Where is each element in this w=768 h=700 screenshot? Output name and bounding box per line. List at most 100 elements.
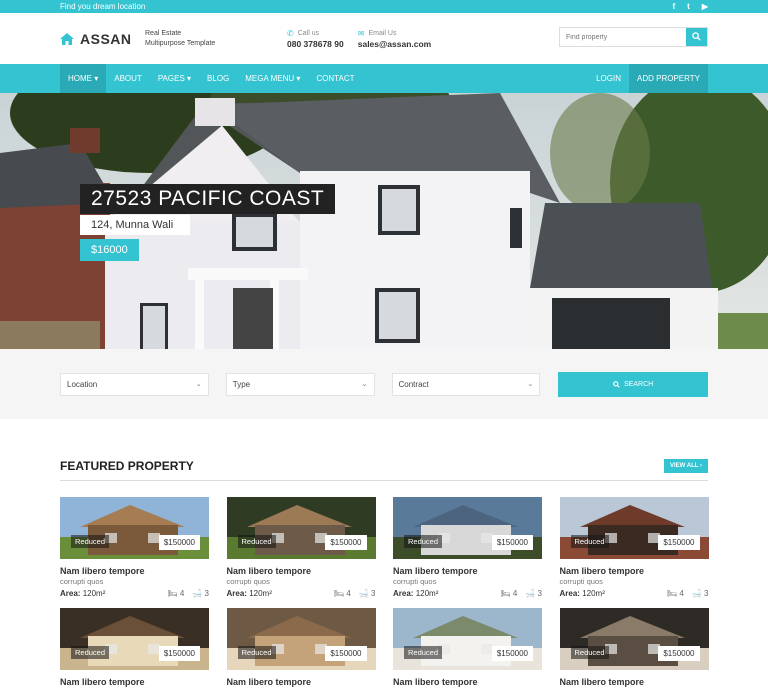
property-price: $150000 xyxy=(658,646,700,661)
property-image[interactable]: Reduced $150000 xyxy=(60,608,209,670)
hero-price: $16000 xyxy=(80,239,139,261)
search-icon xyxy=(613,380,620,388)
property-title[interactable]: Nam libero tempore xyxy=(560,677,709,687)
property-price: $150000 xyxy=(491,535,533,550)
bed-count: 4 xyxy=(679,589,684,598)
bed-icon: 🛏 xyxy=(334,589,345,598)
bed-icon: 🛏 xyxy=(500,589,511,598)
nav-login[interactable]: LOGIN xyxy=(588,64,629,93)
area-label: Area: xyxy=(226,589,247,598)
property-title[interactable]: Nam libero tempore xyxy=(60,566,209,576)
property-price: $150000 xyxy=(158,646,200,661)
nav-blog[interactable]: BLOG xyxy=(199,64,237,93)
property-title[interactable]: Nam libero tempore xyxy=(560,566,709,576)
property-image[interactable]: Reduced $150000 xyxy=(393,608,542,670)
youtube-icon[interactable]: ▶ xyxy=(702,0,708,13)
property-image[interactable]: Reduced $150000 xyxy=(226,608,376,670)
property-image[interactable]: Reduced $150000 xyxy=(60,497,209,559)
location-select[interactable]: Location ⌄ xyxy=(60,372,209,396)
type-select-value: Type xyxy=(232,379,251,389)
nav-mega-menu[interactable]: MEGA MENU ▾ xyxy=(237,64,308,93)
nav-contact[interactable]: CONTACT xyxy=(308,64,362,93)
property-meta: Area: 120m² 🛏 4 🛁 3 xyxy=(393,589,542,598)
bath-count: 3 xyxy=(371,589,376,598)
house-icon xyxy=(60,32,74,45)
location-select-value: Location xyxy=(67,379,98,389)
property-subtitle: corrupti quos xyxy=(393,577,437,586)
property-image[interactable]: Reduced $150000 xyxy=(393,497,542,559)
property-card[interactable]: Reduced $150000 Nam libero tempore corru… xyxy=(226,497,376,598)
nav-home[interactable]: HOME ▾ xyxy=(60,64,107,93)
call-label: Call us xyxy=(297,29,320,37)
featured-header: FEATURED PROPERTY VIEW ALL › xyxy=(60,459,708,481)
search-band: Location ⌄ Type ⌄ Contract ⌄ SEARCH xyxy=(0,349,768,419)
bath-count: 3 xyxy=(704,589,709,598)
bath-icon: 🛁 xyxy=(525,589,536,598)
site-header: ASSAN Real Estate Multipurpose Template … xyxy=(0,13,768,64)
property-price: $150000 xyxy=(325,535,367,550)
property-card[interactable]: Reduced $150000 Nam libero tempore corru… xyxy=(60,497,209,598)
property-card[interactable]: Reduced $150000 Nam libero tempore xyxy=(393,608,542,687)
property-card[interactable]: Reduced $150000 Nam libero tempore xyxy=(226,608,376,687)
phone-block: ✆ Call us 080 378678 90 xyxy=(287,29,344,49)
nav-add-property[interactable]: ADD PROPERTY xyxy=(629,64,708,93)
property-image[interactable]: Reduced $150000 xyxy=(559,608,709,670)
social-links: f t ▶ xyxy=(673,0,709,13)
hero-banner: 27523 PACIFIC COAST 124, Munna Wali $160… xyxy=(0,93,768,349)
property-price: $150000 xyxy=(491,646,533,661)
twitter-icon[interactable]: t xyxy=(687,0,690,13)
email-block: ✉ Email Us sales@assan.com xyxy=(358,29,432,49)
contact-info: ✆ Call us 080 378678 90 ✉ Email Us sales@a… xyxy=(287,29,431,49)
top-tagline: Find you dream location xyxy=(60,2,146,11)
bath-icon: 🛁 xyxy=(192,589,203,598)
reduced-badge: Reduced xyxy=(71,646,110,659)
phone-number: 080 378678 90 xyxy=(287,38,344,49)
search-icon[interactable] xyxy=(686,28,707,46)
bath-count: 3 xyxy=(204,589,209,598)
property-search-input[interactable] xyxy=(560,28,686,46)
bed-count: 4 xyxy=(346,589,351,598)
property-card[interactable]: Reduced $150000 Nam libero tempore xyxy=(60,608,209,687)
bed-count: 4 xyxy=(512,589,518,598)
envelope-icon: ✉ xyxy=(357,28,365,38)
facebook-icon[interactable]: f xyxy=(673,0,676,13)
nav-pages[interactable]: PAGES ▾ xyxy=(150,64,199,93)
property-title[interactable]: Nam libero tempore xyxy=(60,677,209,687)
property-card[interactable]: Reduced $150000 Nam libero tempore xyxy=(559,608,709,687)
email-address[interactable]: sales@assan.com xyxy=(358,39,432,49)
property-area: 120m² xyxy=(82,589,106,598)
hero-address: 124, Munna Wali xyxy=(80,215,190,235)
property-card[interactable]: Reduced $150000 Nam libero tempore corru… xyxy=(393,497,542,598)
property-image[interactable]: Reduced $150000 xyxy=(559,497,709,559)
main-nav: HOME ▾ ABOUT PAGES ▾ BLOG MEGA MENU ▾ CO… xyxy=(0,64,768,93)
bath-count: 3 xyxy=(537,589,542,598)
property-title[interactable]: Nam libero tempore xyxy=(393,566,542,576)
property-subtitle: corrupti quos xyxy=(226,577,270,586)
property-title[interactable]: Nam libero tempore xyxy=(393,677,542,687)
nav-right: LOGIN ADD PROPERTY xyxy=(588,64,708,93)
area-label: Area: xyxy=(559,589,580,598)
view-all-button[interactable]: VIEW ALL › xyxy=(664,459,708,473)
bed-icon: 🛏 xyxy=(167,589,178,598)
hero-title: 27523 PACIFIC COAST xyxy=(80,184,336,214)
search-button-label: SEARCH xyxy=(624,380,654,388)
type-select[interactable]: Type ⌄ xyxy=(225,372,375,396)
property-image[interactable]: Reduced $150000 xyxy=(226,497,376,559)
property-card[interactable]: Reduced $150000 Nam libero tempore corru… xyxy=(559,497,709,598)
property-title[interactable]: Nam libero tempore xyxy=(227,677,376,687)
property-grid: Reduced $150000 Nam libero tempore corru… xyxy=(60,497,709,687)
featured-heading: FEATURED PROPERTY xyxy=(60,459,194,473)
featured-section: FEATURED PROPERTY VIEW ALL › Reduced $15… xyxy=(0,419,768,687)
bath-icon: 🛁 xyxy=(691,589,702,598)
bed-count: 4 xyxy=(179,589,185,598)
property-meta: Area: 120m² 🛏 4 🛁 3 xyxy=(60,589,209,598)
reduced-badge: Reduced xyxy=(570,646,609,659)
nav-about[interactable]: ABOUT xyxy=(106,64,150,93)
logo[interactable]: ASSAN xyxy=(60,31,145,47)
phone-icon: ✆ xyxy=(287,28,294,38)
property-title[interactable]: Nam libero tempore xyxy=(227,566,376,576)
search-button[interactable]: SEARCH xyxy=(558,371,708,397)
property-price: $150000 xyxy=(658,535,700,550)
email-label: Email Us xyxy=(368,29,397,37)
contract-select[interactable]: Contract ⌄ xyxy=(391,372,541,396)
